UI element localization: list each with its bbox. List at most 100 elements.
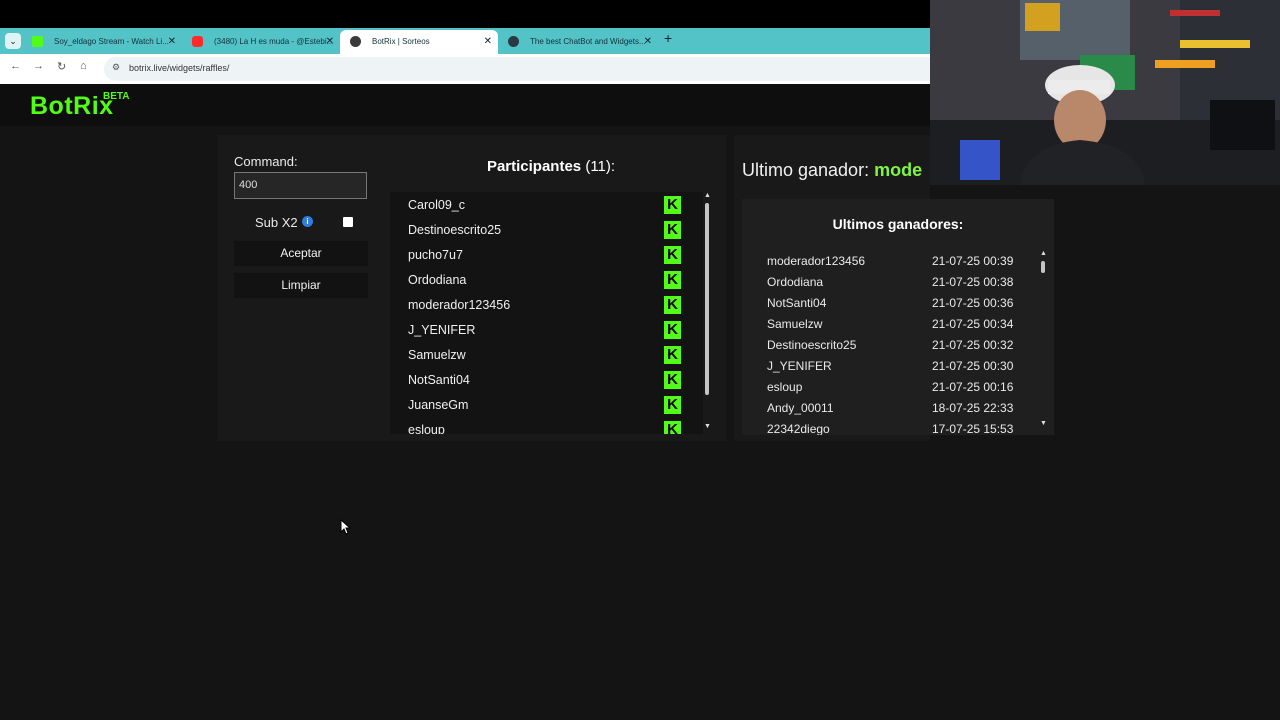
participant-name: NotSanti04 (408, 373, 470, 387)
kick-icon: K (664, 196, 681, 214)
participant-name: J_YENIFER (408, 323, 476, 337)
list-item: J_YENIFER K (390, 318, 703, 343)
winner-date: 21-07-25 00:32 (932, 338, 1014, 352)
kick-icon: K (664, 271, 681, 289)
beta-badge: BETA (103, 91, 130, 102)
last-winner-heading: Ultimo ganador: mode (742, 160, 922, 181)
participants-title-text: Participantes (486, 158, 582, 175)
close-icon[interactable]: ✕ (484, 30, 492, 54)
browser-tab-strip: ⌄ Soy_eldago Stream - Watch Li... ✕ (348… (0, 28, 930, 54)
webcam-overlay (930, 0, 1280, 185)
tab-title: The best ChatBot and Widgets... (530, 37, 646, 46)
forward-icon[interactable]: → (33, 60, 44, 72)
participant-name: Destinoescrito25 (408, 223, 502, 237)
clear-button[interactable]: Limpiar (234, 273, 368, 298)
browser-tab-1[interactable]: Soy_eldago Stream - Watch Li... ✕ (22, 30, 182, 54)
participant-name: Samuelzw (408, 348, 466, 362)
url-text: botrix.live/widgets/raffles/ (129, 63, 230, 73)
last-winners-panel[interactable]: Ultimos ganadores: moderador123456 21-07-… (742, 199, 1054, 435)
sub-x2-checkbox[interactable] (343, 217, 353, 227)
table-row: Samuelzw 21-07-25 00:34 (767, 317, 1027, 338)
table-row: Andy_00011 18-07-25 22:33 (767, 401, 1027, 422)
list-item: Destinoescrito25 K (390, 218, 703, 243)
table-row: esloup 21-07-25 00:16 (767, 380, 1027, 401)
command-input[interactable]: 400 (234, 172, 367, 199)
kick-icon: K (664, 296, 681, 314)
tab-search-icon[interactable]: ⌄ (5, 33, 21, 49)
winner-name: Destinoescrito25 (767, 338, 857, 352)
participant-name: Ordodiana (408, 273, 467, 287)
list-item: Samuelzw K (390, 343, 703, 368)
site-info-icon[interactable]: ⚙ (112, 62, 120, 73)
list-item: Ordodiana K (390, 268, 703, 293)
winner-name: Andy_00011 (767, 401, 834, 415)
botrix-logo[interactable]: BotRix (30, 92, 114, 121)
kick-icon: K (664, 396, 681, 414)
sub-x2-label: Sub X2 (255, 215, 298, 230)
last-winners-title: Ultimos ganadores: (832, 216, 964, 232)
back-icon[interactable]: ← (10, 60, 21, 72)
winner-name: NotSanti04 (767, 296, 827, 310)
scroll-up-icon[interactable]: ▲ (1040, 250, 1047, 257)
participant-name: JuanseGm (408, 398, 469, 412)
accept-button[interactable]: Aceptar (234, 241, 368, 266)
winner-name: 22342diego (767, 422, 830, 435)
kick-icon: K (664, 371, 681, 389)
table-row: Destinoescrito25 21-07-25 00:32 (767, 338, 1027, 359)
winners-scrollbar[interactable]: ▲ ▼ (1039, 250, 1048, 432)
new-tab-button[interactable]: + (664, 30, 672, 46)
list-item: Carol09_c K (390, 193, 703, 218)
table-row: 22342diego 17-07-25 15:53 (767, 422, 1027, 435)
botrix-favicon-icon (350, 36, 361, 47)
close-icon[interactable]: ✕ (326, 30, 334, 54)
list-item: JuanseGm K (390, 393, 703, 418)
browser-tab-3[interactable]: BotRix | Sorteos ✕ (340, 30, 498, 54)
close-icon[interactable]: ✕ (168, 30, 176, 54)
winner-date: 21-07-25 00:34 (932, 317, 1014, 331)
close-icon[interactable]: ✕ (644, 30, 652, 54)
participants-count: (11): (585, 158, 616, 175)
kick-favicon-icon (32, 36, 43, 47)
participant-name: moderador123456 (408, 298, 511, 312)
browser-tab-4[interactable]: The best ChatBot and Widgets... ✕ (498, 30, 658, 54)
scroll-down-icon[interactable]: ▼ (1040, 420, 1047, 427)
table-row: NotSanti04 21-07-25 00:36 (767, 296, 1027, 317)
browser-tab-2[interactable]: (3480) La H es muda - @Estebi... ✕ (182, 30, 340, 54)
winner-date: 21-07-25 00:38 (932, 275, 1014, 289)
scroll-thumb[interactable] (705, 203, 709, 395)
url-field[interactable]: ⚙ botrix.live/widgets/raffles/ (104, 57, 930, 81)
kick-icon: K (664, 221, 681, 239)
winner-name: Ordodiana (767, 275, 824, 289)
participants-title: Participantes (11): (390, 158, 712, 175)
reload-icon[interactable]: ↻ (57, 60, 66, 73)
youtube-favicon-icon (192, 36, 203, 47)
webcam-image (930, 0, 1280, 185)
winner-name: moderador123456 (767, 254, 866, 268)
table-row: Ordodiana 21-07-25 00:38 (767, 275, 1027, 296)
winner-date: 21-07-25 00:30 (932, 359, 1014, 373)
last-winner-label: Ultimo ganador: (742, 160, 870, 180)
table-row: moderador123456 21-07-25 00:39 (767, 254, 1027, 275)
scroll-up-icon[interactable]: ▲ (704, 192, 711, 199)
participants-scrollbar[interactable]: ▲ ▼ (703, 192, 712, 434)
command-label: Command: (234, 154, 298, 169)
last-winner-name: mode (874, 160, 923, 180)
winner-date: 21-07-25 00:16 (932, 380, 1014, 394)
winner-date: 17-07-25 15:53 (932, 422, 1014, 435)
list-item: NotSanti04 K (390, 368, 703, 393)
info-icon[interactable]: i (302, 216, 313, 227)
tab-title: Soy_eldago Stream - Watch Li... (54, 37, 169, 46)
participant-name: pucho7u7 (408, 248, 463, 262)
kick-icon: K (664, 346, 681, 364)
home-icon[interactable]: ⌂ (80, 60, 87, 72)
kick-icon: K (664, 246, 681, 264)
kick-icon: K (664, 421, 681, 434)
winner-date: 21-07-25 00:36 (932, 296, 1014, 310)
tab-title: (3480) La H es muda - @Estebi... (214, 37, 334, 46)
scroll-down-icon[interactable]: ▼ (704, 423, 711, 430)
winner-name: Samuelzw (767, 317, 823, 331)
participants-list[interactable]: Carol09_c K Destinoescrito25 K pucho7u7 K O… (390, 192, 703, 434)
winner-date: 21-07-25 00:39 (932, 254, 1014, 268)
participant-name: esloup (408, 423, 445, 434)
scroll-thumb[interactable] (1041, 261, 1045, 273)
